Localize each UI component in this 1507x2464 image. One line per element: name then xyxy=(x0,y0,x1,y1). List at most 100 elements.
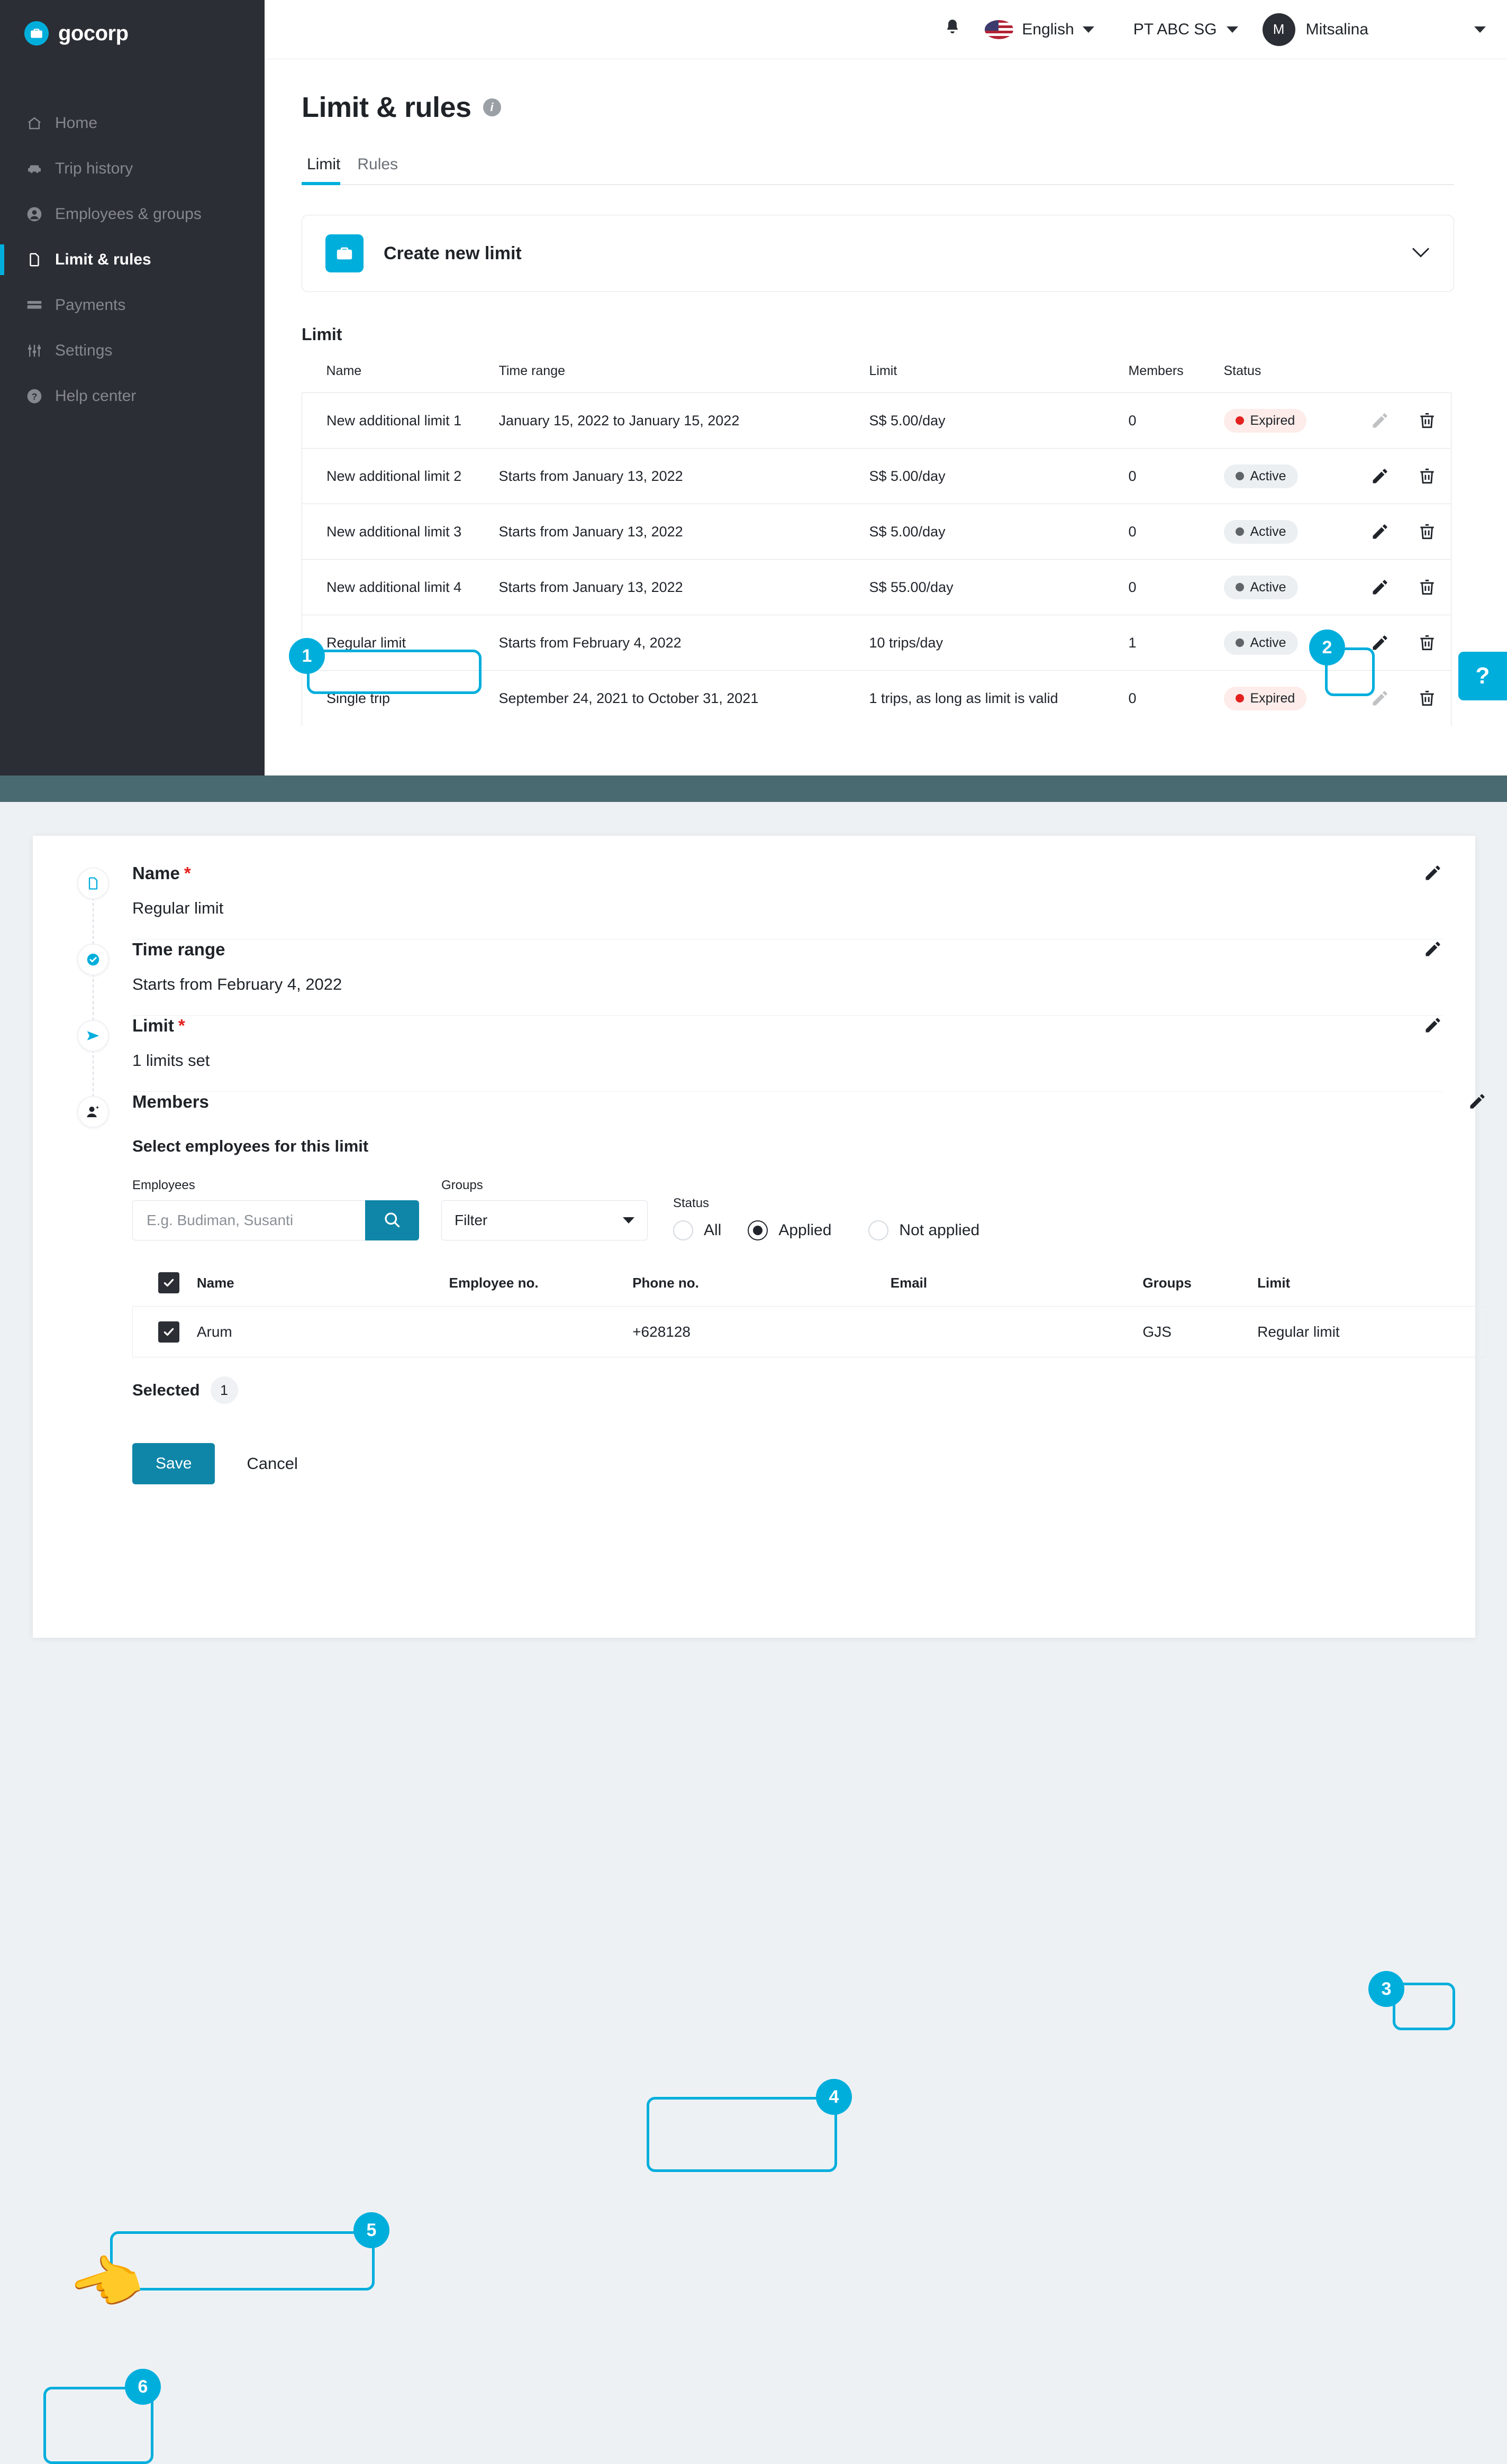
page-title: Limit & rules xyxy=(302,92,471,123)
edit-time-range-button[interactable] xyxy=(1423,939,1442,961)
edit-row-button[interactable] xyxy=(1356,522,1404,541)
cell-time-range: September 24, 2021 to October 31, 2021 xyxy=(498,670,869,726)
status-dot xyxy=(1235,638,1244,647)
edit-row-button[interactable] xyxy=(1356,633,1404,652)
user-menu[interactable]: M Mitsalina xyxy=(1262,13,1368,46)
document-icon xyxy=(77,868,109,899)
delete-row-button[interactable] xyxy=(1404,522,1451,542)
sidebar-item-settings[interactable]: Settings xyxy=(0,328,265,373)
selected-count-badge: 1 xyxy=(210,1376,238,1404)
cell-time-range: Starts from February 4, 2022 xyxy=(498,615,869,671)
search-button[interactable] xyxy=(365,1200,419,1240)
delete-row-button[interactable] xyxy=(1404,577,1451,597)
tab-limit[interactable]: Limit xyxy=(302,156,352,185)
callout-5-badge: 5 xyxy=(353,2212,389,2248)
panel-separator-strip xyxy=(0,775,1507,802)
brand-logo[interactable]: gocorp xyxy=(24,21,129,45)
cell-members: 0 xyxy=(1128,559,1224,615)
edit-limit-button[interactable] xyxy=(1423,1016,1442,1037)
members-edit-button[interactable] xyxy=(1468,1092,1487,1114)
status-label: Expired xyxy=(1250,690,1295,706)
sidebar-item-home[interactable]: Home xyxy=(0,101,265,146)
cancel-button[interactable]: Cancel xyxy=(247,1454,298,1473)
table-row[interactable]: New additional limit 2 Starts from Janua… xyxy=(302,448,1451,504)
status-label: Active xyxy=(1250,635,1286,650)
save-button[interactable]: Save xyxy=(132,1443,215,1484)
sidebar-item-label: Limit & rules xyxy=(55,251,151,268)
table-row[interactable]: New additional limit 4 Starts from Janua… xyxy=(302,559,1451,615)
delete-row-button[interactable] xyxy=(1404,688,1451,708)
callout-4-highlight xyxy=(647,2097,837,2172)
edit-row-button[interactable] xyxy=(1356,467,1404,486)
status-badge: Active xyxy=(1223,464,1298,488)
app-window-top: gocorp Home Trip history Employees & gro… xyxy=(0,0,1507,775)
detail-step-limit: Limit * 1 limits set xyxy=(66,1016,1442,1102)
sidebar-item-trip-history[interactable]: Trip history xyxy=(0,146,265,191)
edit-row-button[interactable] xyxy=(1356,578,1404,597)
status-radio-not-applied[interactable]: Not applied xyxy=(868,1220,979,1240)
info-icon[interactable]: i xyxy=(483,98,501,116)
search-input[interactable] xyxy=(132,1200,365,1240)
cell-status: Expired xyxy=(1223,393,1356,449)
sidebar-item-help-center[interactable]: ? Help center xyxy=(0,373,265,419)
create-new-limit-label: Create new limit xyxy=(384,243,522,263)
cell-name: New additional limit 4 xyxy=(302,559,499,615)
column-header-edit xyxy=(1356,363,1404,393)
cell-limit: Regular limit xyxy=(1257,1306,1487,1357)
help-floating-button[interactable]: ? xyxy=(1458,652,1507,700)
row-checkbox[interactable] xyxy=(158,1321,179,1343)
column-header-limit: Limit xyxy=(1257,1274,1291,1291)
delete-row-button[interactable] xyxy=(1404,466,1451,486)
table-row[interactable]: New additional limit 3 Starts from Janua… xyxy=(302,504,1451,560)
status-radio-applied[interactable]: Applied xyxy=(748,1220,831,1240)
sidebar-item-label: Trip history xyxy=(55,160,133,177)
table-header-row: Name Time range Limit Members Status xyxy=(302,363,1451,393)
top-bar: English PT ABC SG M Mitsalina xyxy=(265,0,1507,59)
status-radio-label: All xyxy=(704,1221,722,1239)
cell-time-range: Starts from January 13, 2022 xyxy=(498,559,869,615)
delete-row-button[interactable] xyxy=(1404,633,1451,653)
sidebar-item-label: Help center xyxy=(55,387,137,405)
table-row[interactable]: Regular limit Starts from February 4, 20… xyxy=(302,615,1451,671)
sidebar-item-limit-rules[interactable]: Limit & rules xyxy=(0,237,265,282)
table-row[interactable]: Arum +628128 GJS Regular limit xyxy=(132,1306,1487,1357)
status-badge: Active xyxy=(1223,631,1298,655)
cell-status: Active xyxy=(1223,504,1356,560)
employees-field-label: Employees xyxy=(132,1178,195,1192)
column-header-employee-no: Employee no. xyxy=(449,1274,539,1291)
chevron-down-icon[interactable] xyxy=(1474,26,1486,33)
cell-name: Regular limit xyxy=(302,615,499,671)
cell-limit: 1 trips, as long as limit is valid xyxy=(869,670,1129,726)
sidebar-item-label: Payments xyxy=(55,296,126,314)
cell-name: Arum xyxy=(196,1306,449,1357)
create-new-limit-card[interactable]: Create new limit xyxy=(302,215,1454,292)
sidebar-item-employees-groups[interactable]: Employees & groups xyxy=(0,191,265,237)
cell-phone-no: +628128 xyxy=(632,1306,891,1357)
callout-2-badge: 2 xyxy=(1309,629,1345,665)
language-label: English xyxy=(1022,20,1074,38)
cell-limit: S$ 5.00/day xyxy=(869,448,1129,504)
cell-delete xyxy=(1403,393,1451,449)
groups-select-value: Filter xyxy=(455,1212,488,1228)
cell-members: 0 xyxy=(1128,504,1224,560)
status-radio-label: Applied xyxy=(778,1221,832,1239)
status-radio-all[interactable]: All xyxy=(673,1220,721,1240)
detail-step-name: Name * Regular limit xyxy=(66,863,1442,950)
sidebar-item-payments[interactable]: Payments xyxy=(0,282,265,328)
chevron-down-icon[interactable] xyxy=(1411,247,1430,261)
delete-row-button[interactable] xyxy=(1404,410,1451,431)
limit-section-label: Limit xyxy=(302,325,342,344)
table-row[interactable]: Single trip September 24, 2021 to Octobe… xyxy=(302,670,1451,726)
organization-selector[interactable]: PT ABC SG xyxy=(1133,21,1238,39)
table-row[interactable]: New additional limit 1 January 15, 2022 … xyxy=(302,393,1451,449)
briefcase-icon xyxy=(24,21,49,45)
groups-select[interactable]: Filter xyxy=(441,1200,648,1240)
language-selector[interactable]: English xyxy=(985,20,1094,39)
edit-name-button[interactable] xyxy=(1423,863,1442,885)
step-value-limit: 1 limits set xyxy=(132,1051,210,1070)
select-all-checkbox[interactable] xyxy=(158,1272,179,1293)
status-dot xyxy=(1235,583,1244,591)
tab-rules[interactable]: Rules xyxy=(352,156,410,184)
bell-icon[interactable] xyxy=(942,17,963,41)
avatar: M xyxy=(1262,13,1295,46)
